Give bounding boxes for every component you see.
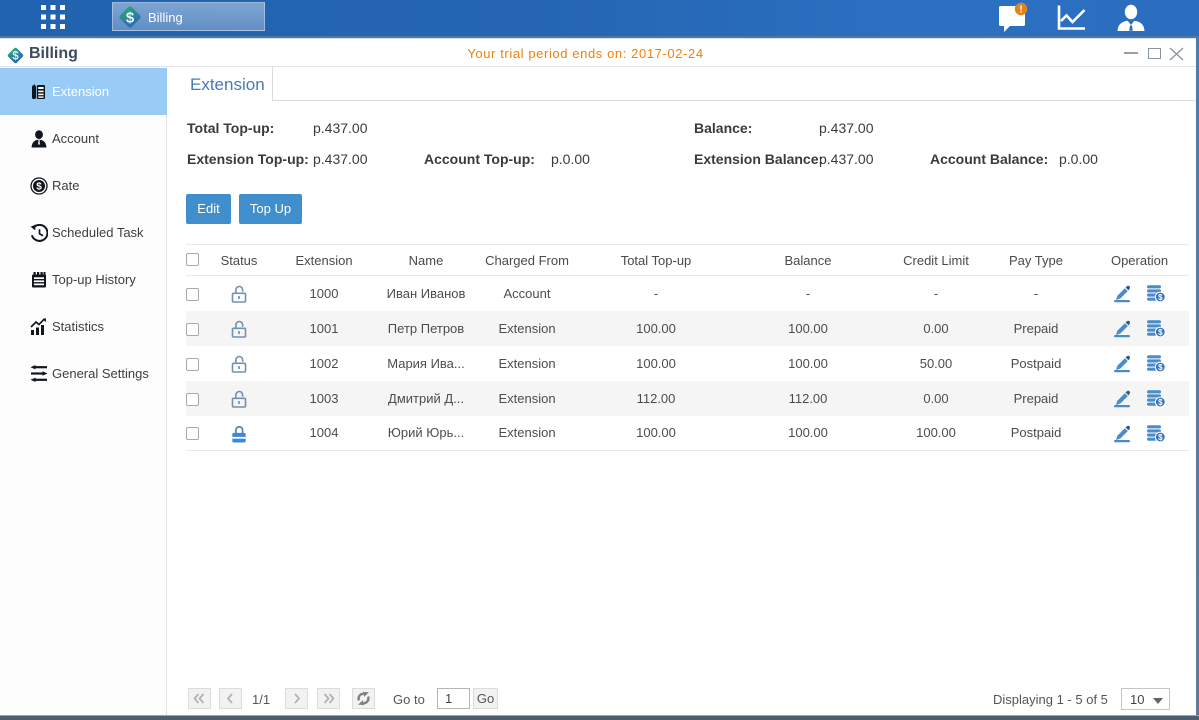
- svg-text:$: $: [126, 9, 135, 26]
- svg-text:!: !: [1019, 5, 1022, 16]
- svg-text:$: $: [36, 182, 42, 193]
